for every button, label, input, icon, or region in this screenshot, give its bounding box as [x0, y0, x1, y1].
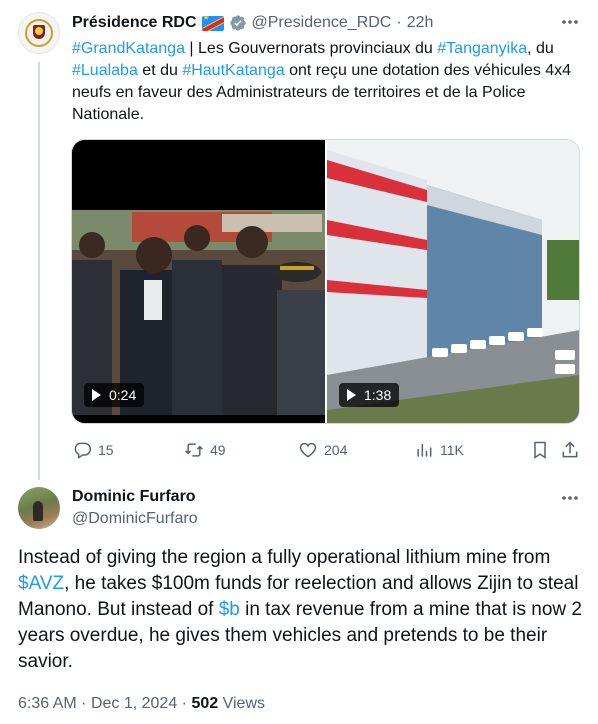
video-duration-badge[interactable]: 0:24 [84, 383, 145, 407]
views-button[interactable]: 11K [414, 440, 530, 460]
hashtag-link[interactable]: #HautKatanga [182, 62, 284, 79]
share-icon[interactable] [560, 440, 580, 460]
video-thumbnail-building [327, 140, 579, 423]
more-options-icon[interactable] [560, 490, 580, 506]
heart-icon [299, 442, 317, 458]
thread-connector-line [38, 62, 40, 480]
avatar[interactable] [18, 487, 60, 529]
tweet-meta: 6:36 AM · Dec 1, 2024 · 502 Views [18, 695, 265, 713]
cashtag-link[interactable]: $b [219, 599, 240, 620]
separator-dot: · [181, 695, 187, 712]
avatar[interactable] [18, 12, 60, 54]
analytics-icon [417, 444, 432, 457]
like-button[interactable]: 204 [298, 440, 414, 460]
repost-count: 49 [210, 442, 226, 458]
post-time[interactable]: 6:36 AM [18, 695, 77, 712]
view-count: 11K [440, 442, 464, 458]
author-name[interactable]: Présidence RDC [72, 14, 197, 32]
video-duration-badge[interactable]: 1:38 [339, 383, 400, 407]
views-label: Views [222, 695, 265, 712]
text-segment: | Les Gouvernorats provinciaux du [184, 40, 438, 57]
separator-dot: · [396, 14, 402, 31]
hashtag-link[interactable]: #GrandKatanga [72, 40, 185, 57]
video-duration: 1:38 [364, 387, 392, 403]
verified-badge-icon[interactable] [229, 14, 247, 32]
text-segment: Instead of giving the region a fully ope… [18, 547, 551, 568]
tweet-header: Présidence RDC @Presidence_RDC · 22h [72, 13, 433, 33]
hashtag-link[interactable]: #Tanganyika [437, 40, 527, 57]
reply-button[interactable]: 15 [72, 440, 184, 460]
media-grid: 0:24 1:38 [71, 139, 580, 424]
video-player[interactable]: 1:38 [327, 140, 579, 423]
reply-icon [74, 442, 92, 459]
parent-tweet[interactable]: Présidence RDC @Presidence_RDC · 22h #Gr… [0, 0, 598, 480]
video-player[interactable]: 0:24 [72, 140, 325, 423]
bookmark-icon[interactable] [530, 440, 550, 460]
text-segment: et du [137, 62, 183, 79]
presidential-seal-icon [25, 19, 53, 47]
cashtag-link[interactable]: $AVZ [18, 573, 64, 594]
author-name[interactable]: Dominic Furfaro [72, 488, 196, 506]
like-count: 204 [324, 442, 348, 458]
play-icon [347, 389, 356, 401]
post-date[interactable]: Dec 1, 2024 [91, 695, 177, 712]
text-segment: , du [527, 40, 554, 57]
drc-flag-icon [201, 15, 224, 31]
separator-dot: · [81, 695, 87, 712]
play-icon [92, 389, 101, 401]
repost-button[interactable]: 49 [184, 440, 298, 460]
tweet-time[interactable]: 22h [407, 14, 434, 32]
video-thumbnail-crowd [72, 140, 325, 423]
more-options-icon[interactable] [560, 14, 580, 30]
reply-count: 15 [98, 442, 114, 458]
hashtag-link[interactable]: #Lualaba [72, 62, 138, 79]
tweet-text: #GrandKatanga | Les Gouvernorats provinc… [72, 38, 582, 126]
views-count: 502 [191, 695, 219, 712]
reply-text: Instead of giving the region a fully ope… [18, 545, 584, 675]
author-handle[interactable]: @Presidence_RDC [252, 14, 392, 32]
author-handle[interactable]: @DominicFurfaro [72, 510, 198, 528]
video-duration: 0:24 [109, 387, 137, 403]
repost-icon [185, 443, 203, 457]
tweet-actions: 15 49 204 11K [72, 438, 580, 462]
